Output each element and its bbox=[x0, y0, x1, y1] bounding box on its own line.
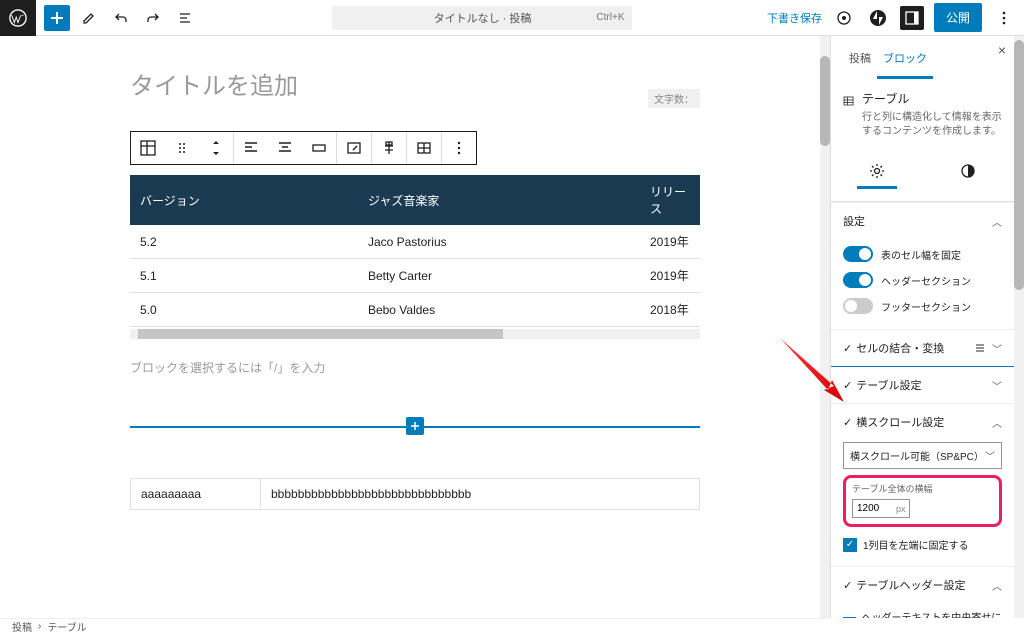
settings-tab-icon[interactable] bbox=[857, 159, 897, 189]
editor-canvas: タイトルを追加 文字数： bbox=[0, 36, 830, 618]
panel-header-settings[interactable]: テーブルヘッダー設定︿ bbox=[831, 567, 1014, 603]
center-header-checkbox[interactable] bbox=[843, 617, 856, 618]
toolbar-right: 下書き保存 公開 bbox=[767, 3, 1024, 32]
preview-icon[interactable] bbox=[832, 6, 856, 30]
panel-table-settings[interactable]: テーブル設定﹀ bbox=[830, 366, 1015, 404]
inspector-tabs bbox=[831, 151, 1014, 202]
align-center-icon[interactable] bbox=[268, 132, 302, 164]
settings-sidebar: 投稿 ブロック × テーブル 行と列に構造化して情報を表示するコンテンツを作成し… bbox=[830, 36, 1024, 618]
command-shortcut: Ctrl+K bbox=[596, 12, 624, 23]
toggle-footer-section[interactable] bbox=[843, 298, 873, 314]
fix-first-column-checkbox[interactable] bbox=[843, 538, 857, 552]
horizontal-scrollbar[interactable] bbox=[130, 329, 700, 339]
edit-tool-icon[interactable] bbox=[76, 5, 102, 31]
more-block-options-icon[interactable] bbox=[442, 132, 476, 164]
panel-settings-header[interactable]: 設定︿ bbox=[831, 203, 1014, 239]
crumb-table[interactable]: テーブル bbox=[47, 619, 86, 634]
tab-block[interactable]: ブロック bbox=[877, 46, 933, 79]
width-unit: px bbox=[896, 504, 906, 514]
width-annotation-highlight: テーブル全体の横幅 px bbox=[843, 475, 1002, 527]
data-table-2[interactable]: aaaaaaaaabbbbbbbbbbbbbbbbbbbbbbbbbbbbbb bbox=[130, 478, 700, 510]
width-field-label: テーブル全体の横幅 bbox=[852, 482, 993, 495]
separator-block[interactable] bbox=[130, 426, 700, 428]
block-name: テーブル bbox=[862, 90, 1002, 107]
insert-block-button[interactable] bbox=[406, 417, 424, 435]
close-sidebar-icon[interactable]: × bbox=[998, 42, 1006, 58]
toolbar-center: タイトルなし · 投稿 Ctrl+K bbox=[198, 6, 767, 30]
document-title-text: タイトルなし · 投稿 bbox=[434, 10, 532, 26]
document-title-bar[interactable]: タイトルなし · 投稿 Ctrl+K bbox=[332, 6, 632, 30]
column-icon[interactable] bbox=[372, 132, 406, 164]
redo-button[interactable] bbox=[140, 5, 166, 31]
undo-button[interactable] bbox=[108, 5, 134, 31]
wordpress-logo[interactable] bbox=[0, 0, 36, 36]
block-info: テーブル 行と列に構造化して情報を表示するコンテンツを作成します。 bbox=[831, 78, 1014, 151]
table-row: 5.1Betty Carter2019年 bbox=[130, 259, 700, 293]
more-options-icon[interactable] bbox=[992, 6, 1016, 30]
cell-edit-icon[interactable] bbox=[337, 132, 371, 164]
table-block-icon bbox=[843, 90, 854, 112]
toolbar-left bbox=[0, 0, 198, 36]
table-header-cell[interactable]: ジャズ音楽家 bbox=[358, 175, 640, 225]
publish-button[interactable]: 公開 bbox=[934, 3, 982, 32]
crumb-post[interactable]: 投稿 bbox=[12, 619, 32, 634]
align-wide-icon[interactable] bbox=[302, 132, 336, 164]
character-count: 文字数： bbox=[648, 89, 700, 108]
editor-scrollbar[interactable] bbox=[820, 36, 830, 618]
styles-tab-icon[interactable] bbox=[948, 159, 988, 189]
block-type-icon[interactable] bbox=[131, 132, 165, 164]
data-table[interactable]: バージョン ジャズ音楽家 リリース 5.2Jaco Pastorius2019年… bbox=[130, 175, 700, 327]
breadcrumb: 投稿 › テーブル bbox=[0, 618, 830, 634]
tab-post[interactable]: 投稿 bbox=[843, 46, 877, 78]
panel-cell-merge[interactable]: セルの結合・変換﹀ bbox=[831, 330, 1014, 366]
block-description: 行と列に構造化して情報を表示するコンテンツを作成します。 bbox=[862, 111, 1002, 139]
panel-hscroll-settings[interactable]: 横スクロール設定︿ bbox=[831, 404, 1014, 440]
jetpack-icon[interactable] bbox=[866, 6, 890, 30]
block-toolbar bbox=[130, 131, 477, 165]
sidebar-tabs: 投稿 ブロック × bbox=[831, 36, 1014, 78]
toggle-header-section[interactable] bbox=[843, 272, 873, 288]
drag-handle-icon[interactable] bbox=[165, 132, 199, 164]
block-appender-hint[interactable]: ブロックを選択するには「/」を入力 bbox=[130, 359, 700, 376]
move-arrows-icon[interactable] bbox=[199, 132, 233, 164]
settings-sidebar-toggle[interactable] bbox=[900, 6, 924, 30]
add-block-button[interactable] bbox=[44, 5, 70, 31]
toggle-fixed-width[interactable] bbox=[843, 246, 873, 262]
table-row: 5.0Bebo Valdes2018年 bbox=[130, 293, 700, 327]
save-draft-link[interactable]: 下書き保存 bbox=[767, 10, 822, 26]
align-left-icon[interactable] bbox=[234, 132, 268, 164]
table-grid-icon[interactable] bbox=[407, 132, 441, 164]
table-header-cell[interactable]: リリース bbox=[640, 175, 700, 225]
table-row: aaaaaaaaabbbbbbbbbbbbbbbbbbbbbbbbbbbbbb bbox=[131, 479, 700, 510]
top-toolbar: タイトルなし · 投稿 Ctrl+K 下書き保存 公開 bbox=[0, 0, 1024, 36]
document-outline-icon[interactable] bbox=[172, 5, 198, 31]
table-row: 5.2Jaco Pastorius2019年 bbox=[130, 225, 700, 259]
options-icon bbox=[974, 342, 986, 354]
post-title-input[interactable]: タイトルを追加 bbox=[130, 66, 700, 101]
hscroll-mode-select[interactable]: 横スクロール可能（SP&PC）﹀ bbox=[843, 442, 1002, 469]
sidebar-scrollbar[interactable] bbox=[1014, 36, 1024, 618]
table-header-cell[interactable]: バージョン bbox=[130, 175, 358, 225]
